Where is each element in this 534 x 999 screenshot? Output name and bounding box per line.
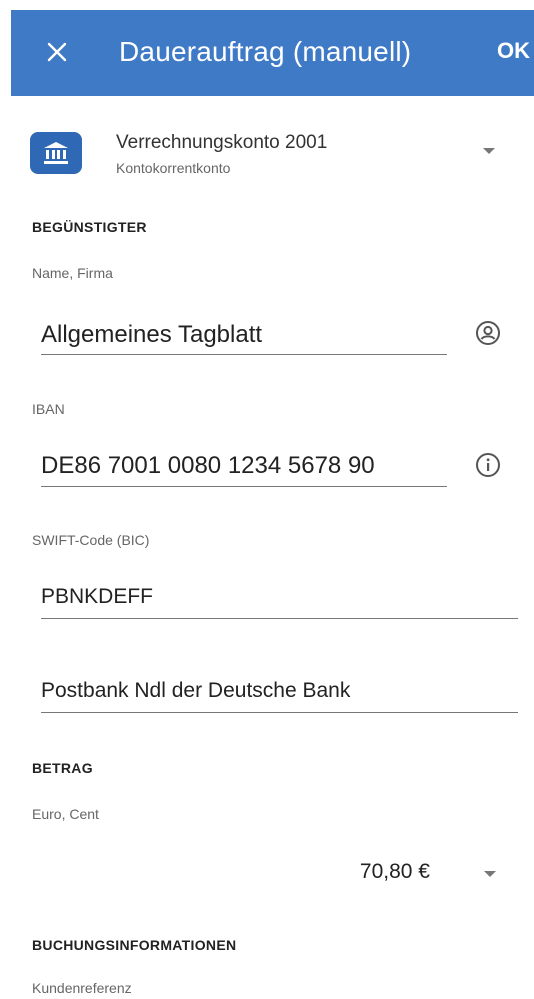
name-underline <box>41 354 447 355</box>
close-button[interactable] <box>39 34 75 70</box>
amount-heading: BETRAG <box>32 760 93 776</box>
name-label: Name, Firma <box>32 265 113 281</box>
bic-label: SWIFT-Code (BIC) <box>32 532 150 548</box>
booking-heading: BUCHUNGSINFORMATIONEN <box>32 937 237 953</box>
beneficiary-heading: BEGÜNSTIGTER <box>32 219 147 235</box>
account-type: Kontokorrentkonto <box>116 160 231 176</box>
account-selector[interactable]: Verrechnungskonto 2001 Kontokorrentkonto <box>30 128 510 184</box>
close-icon <box>47 42 67 62</box>
bic-underline <box>41 618 518 619</box>
ok-button[interactable]: OK <box>497 38 530 64</box>
bank-name-underline <box>41 712 518 713</box>
info-icon[interactable] <box>473 450 503 480</box>
account-name: Verrechnungskonto 2001 <box>116 132 328 153</box>
iban-field[interactable]: DE86 7001 0080 1234 5678 90 <box>41 452 375 480</box>
bank-name-field[interactable]: Postbank Ndl der Deutsche Bank <box>41 679 350 703</box>
chevron-down-icon[interactable] <box>484 871 496 877</box>
iban-label: IBAN <box>32 401 65 417</box>
chevron-down-icon <box>483 148 495 154</box>
reference-label: Kundenreferenz <box>32 980 132 996</box>
amount-label: Euro, Cent <box>32 806 99 822</box>
amount-field[interactable]: 70,80 € <box>360 860 430 884</box>
contact-icon[interactable] <box>473 318 503 348</box>
iban-underline <box>41 486 447 487</box>
page-title: Dauerauftrag (manuell) <box>119 36 412 67</box>
bank-icon <box>30 132 82 174</box>
app-bar: Dauerauftrag (manuell) OK <box>11 10 534 96</box>
bic-field[interactable]: PBNKDEFF <box>41 585 153 609</box>
name-field[interactable]: Allgemeines Tagblatt <box>41 321 262 349</box>
